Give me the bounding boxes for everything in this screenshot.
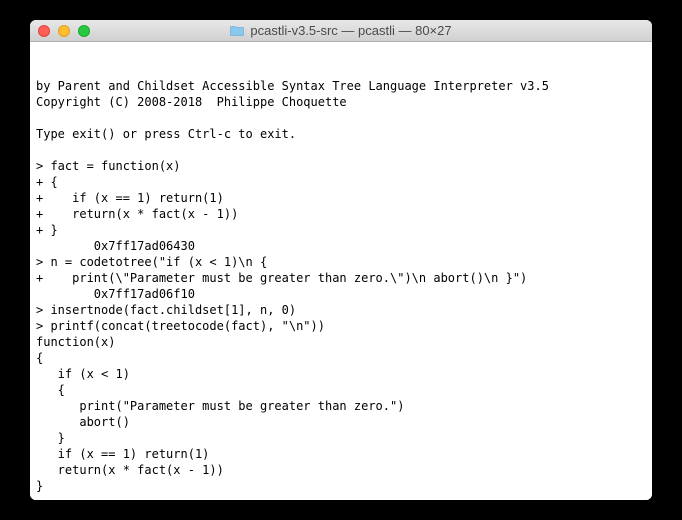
terminal-line: print("Parameter must be greater than ze… <box>36 398 646 414</box>
close-button[interactable] <box>38 25 50 37</box>
minimize-button[interactable] <box>58 25 70 37</box>
window-title: pcastli-v3.5-src — pcastli — 80×27 <box>250 23 451 38</box>
terminal-line: function(x) <box>36 334 646 350</box>
terminal-line: if (x < 1) <box>36 366 646 382</box>
terminal-line: Copyright (C) 2008-2018 Philippe Choquet… <box>36 94 646 110</box>
folder-icon <box>230 25 244 36</box>
terminal-line: + } <box>36 222 646 238</box>
terminal-line <box>36 142 646 158</box>
terminal-line: if (x == 1) return(1) <box>36 446 646 462</box>
terminal-line: > insertnode(fact.childset[1], n, 0) <box>36 302 646 318</box>
traffic-lights <box>30 25 90 37</box>
terminal-line: { <box>36 382 646 398</box>
terminal-line: } <box>36 478 646 494</box>
terminal-line: } <box>36 430 646 446</box>
terminal-line: { <box>36 350 646 366</box>
terminal-line: + { <box>36 174 646 190</box>
terminal-line <box>36 110 646 126</box>
terminal-line: by Parent and Childset Accessible Syntax… <box>36 78 646 94</box>
terminal-line: 0x7ff17ad06430 <box>36 238 646 254</box>
terminal-line: 0x7ff17ad06f10 <box>36 286 646 302</box>
maximize-button[interactable] <box>78 25 90 37</box>
terminal-line: > n = codetotree("if (x < 1)\n { <box>36 254 646 270</box>
terminal-line: Type exit() or press Ctrl-c to exit. <box>36 126 646 142</box>
terminal-line: > fact = function(x) <box>36 158 646 174</box>
titlebar: pcastli-v3.5-src — pcastli — 80×27 <box>30 20 652 42</box>
terminal-line: return(x * fact(x - 1)) <box>36 462 646 478</box>
title-wrap: pcastli-v3.5-src — pcastli — 80×27 <box>30 23 652 38</box>
terminal-window: pcastli-v3.5-src — pcastli — 80×27 by Pa… <box>30 20 652 500</box>
terminal-line: + print(\"Parameter must be greater than… <box>36 270 646 286</box>
terminal-content[interactable]: by Parent and Childset Accessible Syntax… <box>30 42 652 500</box>
terminal-line: abort() <box>36 414 646 430</box>
terminal-line: + if (x == 1) return(1) <box>36 190 646 206</box>
terminal-line: > printf(concat(treetocode(fact), "\n")) <box>36 318 646 334</box>
terminal-line: + return(x * fact(x - 1)) <box>36 206 646 222</box>
